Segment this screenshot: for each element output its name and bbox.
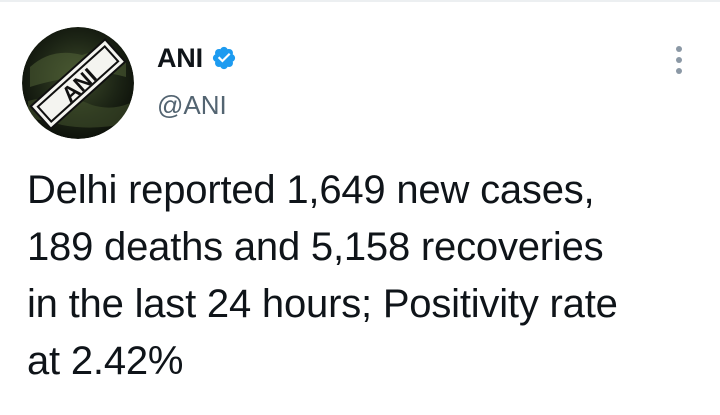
top-divider [0,0,720,2]
author-display-name[interactable]: ANI [157,43,203,74]
author-handle[interactable]: @ANI [157,90,227,121]
tweet-card: ANI ANI @ANI Delhi reported 1,649 new ca… [0,0,720,415]
more-options-icon[interactable] [662,40,696,80]
more-dot [676,57,682,63]
more-dot [676,68,682,74]
avatar[interactable]: ANI [22,27,134,139]
more-dot [676,46,682,52]
verified-badge-icon [211,45,237,71]
author-name-row: ANI [157,40,237,76]
tweet-text: Delhi reported 1,649 new cases, 189 deat… [27,168,618,383]
